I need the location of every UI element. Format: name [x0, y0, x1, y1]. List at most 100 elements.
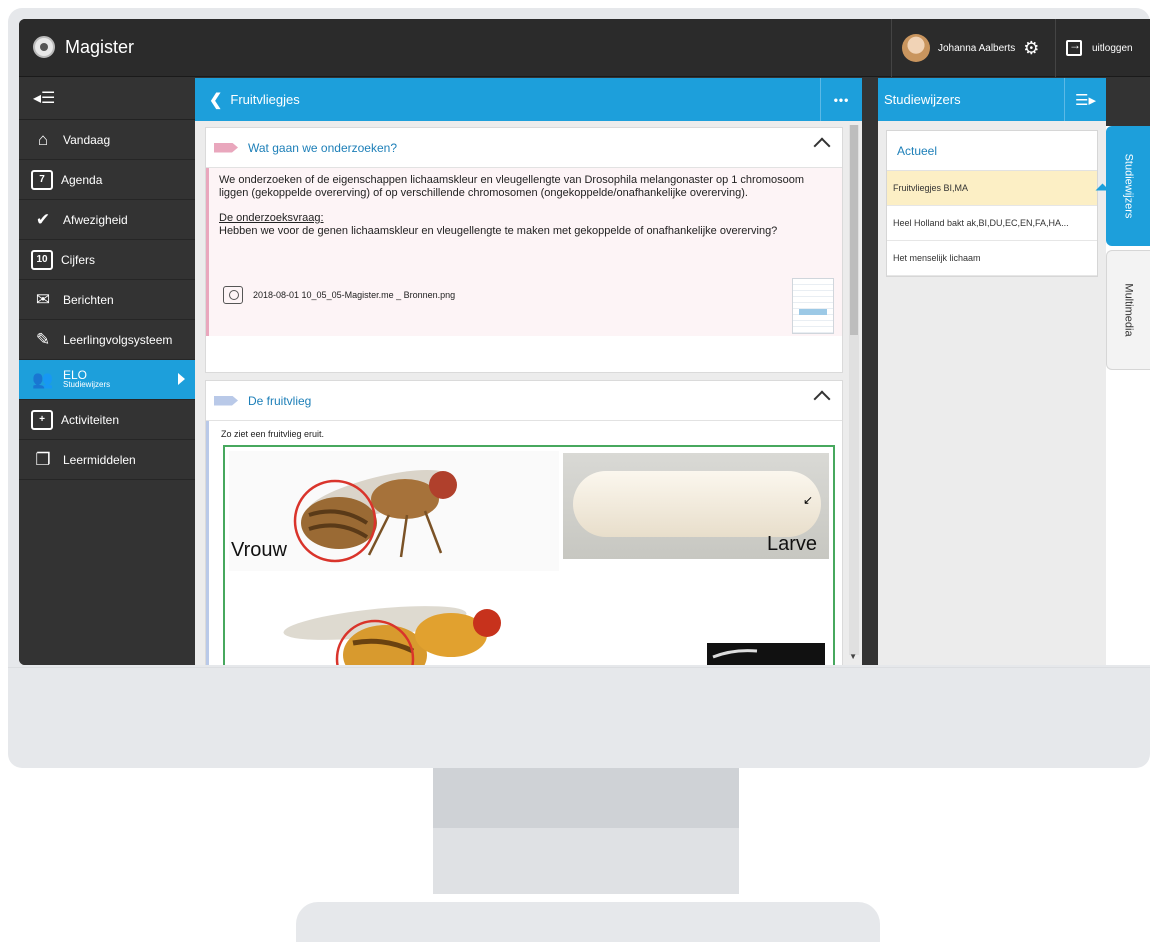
vertical-tabs: Studiewijzers Multimedia	[1095, 126, 1150, 665]
top-bar: Magister Johanna Aalberts ⚙ uitloggen	[19, 19, 1150, 77]
screen: Magister Johanna Aalberts ⚙ uitloggen ◂☰…	[19, 19, 1150, 665]
chevron-up-icon[interactable]	[813, 137, 831, 155]
tab-multimedia[interactable]: Multimedia	[1106, 250, 1150, 370]
tab-studiewijzers[interactable]: Studiewijzers	[1095, 126, 1150, 246]
attachment-thumbnail[interactable]	[792, 278, 834, 334]
menu-collapse-icon: ◂☰	[33, 90, 56, 107]
sidebar-item-label: Leerlingvolgsysteem	[63, 332, 173, 347]
main-scrollbar[interactable]	[849, 125, 859, 655]
tag-icon	[214, 142, 238, 153]
sidebar-item-label: Activiteiten	[61, 412, 120, 427]
tab-pointer-icon	[1095, 183, 1110, 191]
tab-label: Multimedia	[1122, 283, 1135, 337]
users-icon: 👥	[32, 369, 54, 389]
submenu-arrow-icon	[178, 373, 185, 385]
collapse-panel-button[interactable]: ☰▸	[1064, 78, 1106, 121]
tab-label: Studiewijzers	[1122, 153, 1134, 219]
main-panel: ❮ Fruitvliegjes ••• Wat gaan we onderzoe…	[195, 78, 862, 665]
monitor-chin	[8, 667, 1150, 668]
section-footer	[206, 336, 842, 372]
chevron-up-icon[interactable]	[813, 390, 831, 408]
monitor-stand-neck	[433, 768, 739, 828]
sidebar: ◂☰ ⌂ Vandaag 7 Agenda ✔ Afwezigheid 10 C…	[19, 77, 195, 665]
calendar-icon: 7	[31, 169, 53, 190]
books-icon: ❐	[35, 449, 51, 469]
attachment-filename: 2018-08-01 10_05_05-Magister.me _ Bronne…	[253, 289, 456, 300]
image-caption: Zo ziet een fruitvlieg eruit.	[221, 429, 325, 439]
larva-label: Larve	[767, 533, 818, 555]
list-item[interactable]: Heel Holland bakt ak,BI,DU,EC,EN,FA,HA..…	[887, 206, 1097, 241]
main-scroll-area[interactable]: Wat gaan we onderzoeken? We onderzoeken …	[195, 121, 862, 665]
envelope-icon: ✉	[35, 289, 51, 309]
notebook-pen-icon: ✎	[35, 329, 51, 349]
right-panel-header: Studiewijzers ☰▸	[878, 78, 1106, 121]
main-header: ❮ Fruitvliegjes •••	[195, 78, 862, 121]
attachment-link[interactable]: 2018-08-01 10_05_05-Magister.me _ Bronne…	[223, 286, 455, 304]
sidebar-item-label: Afwezigheid	[63, 212, 128, 227]
research-question: Hebben we voor de genen lichaamskleur en…	[219, 225, 778, 237]
list-item[interactable]: Fruitvliegjes BI,MA	[887, 171, 1097, 206]
user-name: Johanna Aalberts	[938, 42, 1016, 54]
section-body: We onderzoeken of de eigenschappen licha…	[206, 168, 842, 336]
sidebar-item-activiteiten[interactable]: + Activiteiten	[19, 400, 195, 440]
larva-body	[573, 471, 821, 537]
question-heading: De onderzoeksvraag:	[219, 212, 324, 224]
sidebar-item-label: ELO	[63, 367, 88, 382]
menu-collapse-button[interactable]: ◂☰	[19, 77, 195, 120]
monitor-stand-neck-lower	[433, 828, 739, 894]
logout-label: uitloggen	[1092, 42, 1133, 54]
list-heading: Actueel	[887, 131, 1097, 171]
camera-icon	[223, 286, 243, 304]
chevron-left-icon[interactable]: ❮	[209, 90, 222, 110]
sidebar-item-label: Berichten	[63, 292, 114, 307]
section-body: Zo ziet een fruitvlieg eruit. Vrouw ↙ La…	[206, 421, 842, 665]
list-item[interactable]: Het menselijk lichaam	[887, 241, 1097, 276]
section-title: Wat gaan we onderzoeken?	[248, 140, 397, 155]
sidebar-item-sublabel: Studiewijzers	[63, 379, 111, 389]
sidebar-item-label-stack: ELO Studiewijzers	[63, 367, 111, 390]
sidebar-item-leerlingvolgsysteem[interactable]: ✎ Leerlingvolgsysteem	[19, 320, 195, 360]
calendar-plus-icon: +	[31, 409, 53, 430]
brand[interactable]: Magister	[33, 36, 134, 58]
section-card-fruitvlieg: De fruitvlieg Zo ziet een fruitvlieg eru…	[205, 380, 843, 665]
sidebar-item-label: Agenda	[61, 172, 103, 187]
sidebar-item-agenda[interactable]: 7 Agenda	[19, 160, 195, 200]
logout-icon	[1066, 38, 1082, 56]
sidebar-item-berichten[interactable]: ✉ Berichten	[19, 280, 195, 320]
sidebar-item-vandaag[interactable]: ⌂ Vandaag	[19, 120, 195, 160]
fruitfly-image: Vrouw ↙ Larve	[223, 445, 835, 665]
sidebar-item-label: Vandaag	[63, 132, 111, 147]
female-label: Vrouw	[231, 539, 287, 561]
page-title: Fruitvliegjes	[230, 92, 300, 107]
magister-logo-icon	[33, 36, 55, 58]
logout-button[interactable]: uitloggen	[1055, 19, 1150, 77]
studiewijzer-list: Actueel Fruitvliegjes BI,MA Heel Holland…	[886, 130, 1098, 277]
studiewijzers-panel: Studiewijzers ☰▸ Actueel Fruitvliegjes B…	[878, 78, 1106, 665]
user-menu[interactable]: Johanna Aalberts ⚙	[891, 19, 1055, 77]
male-fly-photo	[255, 583, 535, 665]
gear-icon[interactable]: ⚙	[1023, 38, 1039, 59]
brand-name: Magister	[65, 36, 135, 57]
sidebar-item-afwezigheid[interactable]: ✔ Afwezigheid	[19, 200, 195, 240]
avatar	[902, 34, 930, 62]
microscope-photo	[707, 643, 825, 665]
more-options-button[interactable]: •••	[820, 78, 862, 121]
section-title: De fruitvlieg	[248, 393, 312, 408]
section-card-onderzoek: Wat gaan we onderzoeken? We onderzoeken …	[205, 127, 843, 373]
check-circle-icon: ✔	[35, 209, 51, 229]
section-header[interactable]: De fruitvlieg	[206, 381, 842, 421]
section-header[interactable]: Wat gaan we onderzoeken?	[206, 128, 842, 168]
home-icon: ⌂	[37, 129, 49, 149]
right-panel-title: Studiewijzers	[884, 92, 961, 107]
sidebar-item-elo[interactable]: 👥 ELO Studiewijzers	[19, 360, 195, 400]
grade-icon: 10	[31, 249, 53, 270]
arrow-icon: ↙	[802, 493, 813, 507]
sidebar-item-cijfers[interactable]: 10 Cijfers	[19, 240, 195, 280]
scroll-down-icon[interactable]: ▼	[849, 652, 857, 661]
monitor-stand-base	[296, 902, 880, 942]
sidebar-item-leermiddelen[interactable]: ❐ Leermiddelen	[19, 440, 195, 480]
sidebar-item-label: Leermiddelen	[63, 452, 136, 467]
scrollbar-thumb[interactable]	[850, 125, 858, 335]
sidebar-item-label: Cijfers	[61, 252, 96, 267]
tag-icon	[214, 395, 238, 406]
